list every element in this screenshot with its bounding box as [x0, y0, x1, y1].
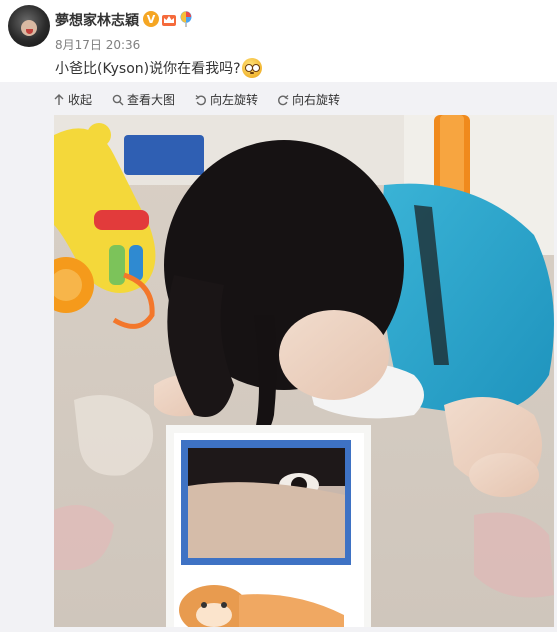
- baby-looking-into-mirror-photo: [54, 115, 554, 627]
- username[interactable]: 夢想家林志穎: [55, 10, 139, 30]
- post-text-content: 小爸比(Kyson)说你在看我吗?: [55, 61, 241, 77]
- crown-badge-icon[interactable]: [161, 11, 177, 27]
- wide-eyes-emoji-icon: [241, 58, 262, 78]
- verified-badge-icon[interactable]: V: [143, 11, 159, 27]
- view-large-button[interactable]: 查看大图: [112, 91, 175, 108]
- collapse-label: 收起: [68, 93, 93, 107]
- rotate-left-icon: [195, 94, 206, 105]
- post-photo[interactable]: [54, 115, 554, 627]
- rotate-right-button[interactable]: 向右旋转: [277, 91, 340, 108]
- collapse-button[interactable]: 收起: [53, 91, 92, 108]
- post-time[interactable]: 8月17日 20:36: [55, 36, 140, 53]
- media-toolbar: 收起 查看大图 向左旋转 向右旋转: [0, 82, 557, 116]
- media-panel: 收起 查看大图 向左旋转 向右旋转: [0, 82, 557, 632]
- user-badges: V: [143, 11, 193, 27]
- balloon-badge-icon[interactable]: [179, 11, 193, 27]
- view-large-label: 查看大图: [127, 93, 176, 107]
- rotate-right-label: 向右旋转: [292, 93, 341, 107]
- arrow-up-icon: [54, 93, 64, 105]
- magnifier-icon: [112, 94, 124, 105]
- post-text: 小爸比(Kyson)说你在看我吗?: [55, 58, 262, 78]
- rotate-left-label: 向左旋转: [210, 93, 259, 107]
- post-header: 夢想家林志穎 V 8月17日 20:36 小爸比(Kyson)说你在看我吗?: [0, 0, 557, 82]
- rotate-right-icon: [278, 94, 289, 105]
- avatar[interactable]: [8, 5, 50, 47]
- rotate-left-button[interactable]: 向左旋转: [195, 91, 258, 108]
